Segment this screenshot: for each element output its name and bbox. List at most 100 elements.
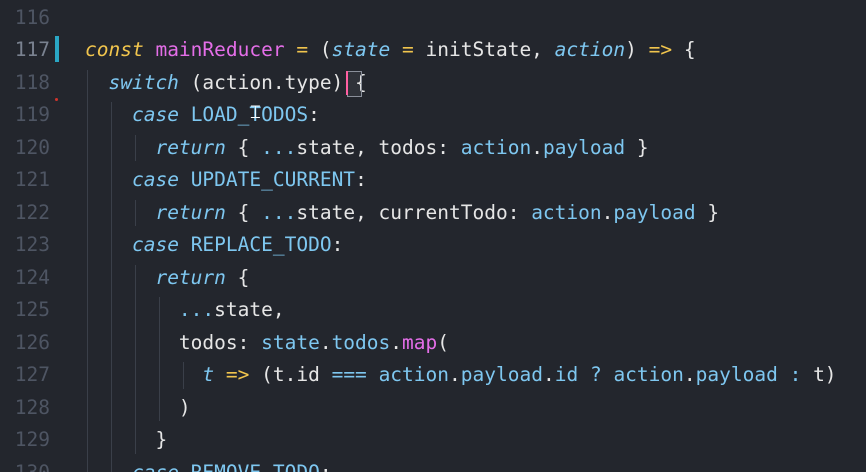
code-token: payload [460, 363, 543, 386]
line-number: 120 [14, 135, 50, 159]
indent-guide [134, 134, 136, 161]
code-token: todos [331, 330, 391, 354]
text-cursor [345, 70, 348, 95]
indent-guide [87, 69, 88, 472]
line-number: 126 [14, 330, 50, 354]
code-token: action [554, 38, 626, 61]
code-line[interactable]: 117 const mainReducer = (state = initStat… [0, 34, 866, 67]
code-token: { [225, 135, 262, 159]
code-line[interactable]: 127 t => (t.id === action.payload.id ? a… [0, 359, 866, 392]
code-token: (t.id [249, 363, 332, 386]
line-number: 130 [14, 460, 50, 472]
code-text: const mainReducer = (state = initState, … [85, 34, 696, 67]
code-text: } [85, 424, 167, 457]
code-text: todos: state.todos.map( [85, 327, 449, 360]
code-line[interactable]: 121 case UPDATE_CURRENT: [0, 164, 866, 197]
code-token: . [531, 135, 543, 159]
code-line[interactable]: 129 } [0, 424, 866, 457]
code-text: t => (t.id === action.payload.id ? actio… [85, 359, 836, 392]
code-text: ) [85, 392, 191, 425]
code-token: ... [261, 135, 297, 159]
code-line[interactable]: 123 case REPLACE_TODO: [0, 229, 866, 262]
code-line[interactable]: 125 ...state, [0, 294, 866, 327]
code-token: initState, [413, 38, 555, 61]
code-token: id [554, 363, 579, 386]
indent-guide [182, 362, 184, 389]
code-token: (action.type) [178, 70, 356, 94]
code-token: state, todos: [296, 135, 461, 159]
indent-guide [134, 264, 136, 454]
code-token: . [683, 363, 696, 386]
line-number: 121 [14, 168, 50, 191]
code-line[interactable]: 128 ) [0, 392, 866, 425]
line-number: 116 [14, 5, 50, 29]
code-token: case [131, 233, 179, 256]
code-text: case REPLACE_TODO: [85, 229, 343, 262]
indent-guide [134, 199, 136, 226]
code-token: const [85, 38, 144, 61]
code-token: . [542, 363, 555, 386]
line-number: 128 [14, 395, 50, 419]
code-token: payload [542, 135, 626, 159]
code-token: case [131, 103, 179, 126]
code-token: t [202, 363, 215, 386]
indent-guide [158, 297, 160, 421]
line-number: 122 [14, 200, 50, 224]
indent-guide [110, 102, 112, 472]
code-line[interactable]: 130 case REMOVE_TODO: [0, 457, 866, 472]
code-token: action [613, 363, 684, 386]
code-token: : [319, 460, 332, 472]
code-token: = [296, 38, 309, 61]
code-token: action [460, 135, 532, 159]
code-token: => [225, 363, 250, 386]
code-token: state [261, 330, 320, 354]
code-token: => [648, 38, 673, 61]
mouse-ibeam-icon: ⌶ [250, 102, 261, 123]
code-token: ) [85, 395, 191, 419]
code-editor[interactable]: 116 117 const mainReducer = (state = initS… [0, 0, 866, 472]
code-text: return { [85, 262, 249, 295]
code-token: } [695, 200, 720, 224]
line-number: 127 [14, 363, 50, 386]
code-text: case LOAD_TODOS: [85, 99, 320, 132]
code-token: ( [308, 38, 332, 61]
code-line[interactable]: 118 switch (action.type) { [0, 67, 866, 100]
code-line[interactable]: 124 return { [0, 262, 866, 295]
code-line[interactable]: 122 return { ...state, currentTodo: acti… [0, 197, 866, 230]
code-token: state [331, 38, 391, 61]
code-token: { [225, 265, 250, 289]
code-token: action [531, 200, 602, 224]
code-token: . [449, 363, 461, 386]
code-text: case REMOVE_TODO: [85, 457, 332, 472]
code-line[interactable]: 120 return { ...state, todos: action.pay… [0, 132, 866, 165]
code-token: = [402, 38, 414, 61]
code-line[interactable]: 126 todos: state.todos.map( [0, 327, 866, 360]
code-token: : [308, 103, 320, 126]
code-text: case UPDATE_CURRENT: [85, 164, 367, 197]
code-line[interactable]: 116 [0, 2, 866, 35]
code-token: : [355, 168, 367, 191]
code-token: state, [214, 298, 285, 321]
code-token: . [601, 200, 614, 224]
code-token: case [131, 460, 179, 472]
code-line[interactable]: 119 case LOAD_TODOS: [0, 99, 866, 132]
line-number: 118 [14, 70, 50, 94]
code-token: UPDATE_CURRENT [190, 168, 356, 191]
line-number: 125 [14, 298, 50, 321]
code-token: ... [178, 298, 215, 321]
